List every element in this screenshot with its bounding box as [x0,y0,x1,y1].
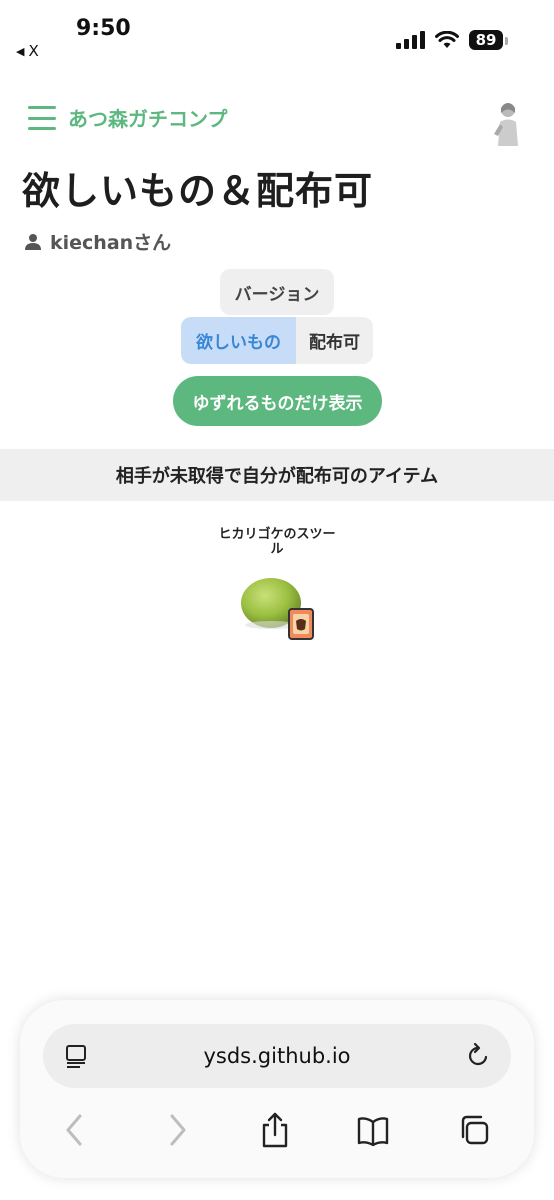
back-arrow-icon: ◀ [16,44,25,58]
tab-giveable[interactable]: 配布可 [296,317,373,364]
site-title[interactable]: あつ森ガチコンプ [68,103,227,132]
hamburger-icon[interactable] [28,106,56,130]
back-to-app-link[interactable]: ◀ X [16,42,39,60]
list-item[interactable]: ヒカリゴケのスツール [218,527,336,640]
person-icon [25,233,41,250]
wifi-icon [435,31,459,48]
forward-icon[interactable] [160,1110,194,1150]
item-image [237,567,317,640]
user-line: kiechanさん [24,228,171,255]
user-name: kiechanさん [50,232,172,254]
tabs-icon[interactable] [457,1110,491,1150]
view-toggle: 欲しいもの 配布可 [181,317,373,364]
user-avatar[interactable] [490,100,526,146]
version-button[interactable]: バージョン [220,269,334,315]
share-icon[interactable] [258,1110,292,1150]
battery-icon: 89 [469,30,508,50]
filter-tradeable-button[interactable]: ゆずれるものだけ表示 [173,376,382,426]
reload-icon[interactable] [464,1042,492,1070]
back-icon[interactable] [58,1110,92,1150]
cellular-signal-icon [396,31,425,49]
recipe-card-icon [288,608,314,640]
status-icons: 89 [396,30,508,50]
page-title: 欲しいもの＆配布可 [22,169,374,213]
back-app-label: X [28,42,39,60]
item-name: ヒカリゴケのスツール [218,527,336,557]
tab-want[interactable]: 欲しいもの [181,317,296,364]
section-heading: 相手が未取得で自分が配布可のアイテム [0,449,554,501]
reader-mode-icon[interactable] [64,1043,90,1069]
url-text[interactable]: ysds.github.io [43,1024,511,1088]
status-time: 9:50 [76,16,131,41]
bookmarks-icon[interactable] [356,1110,390,1150]
